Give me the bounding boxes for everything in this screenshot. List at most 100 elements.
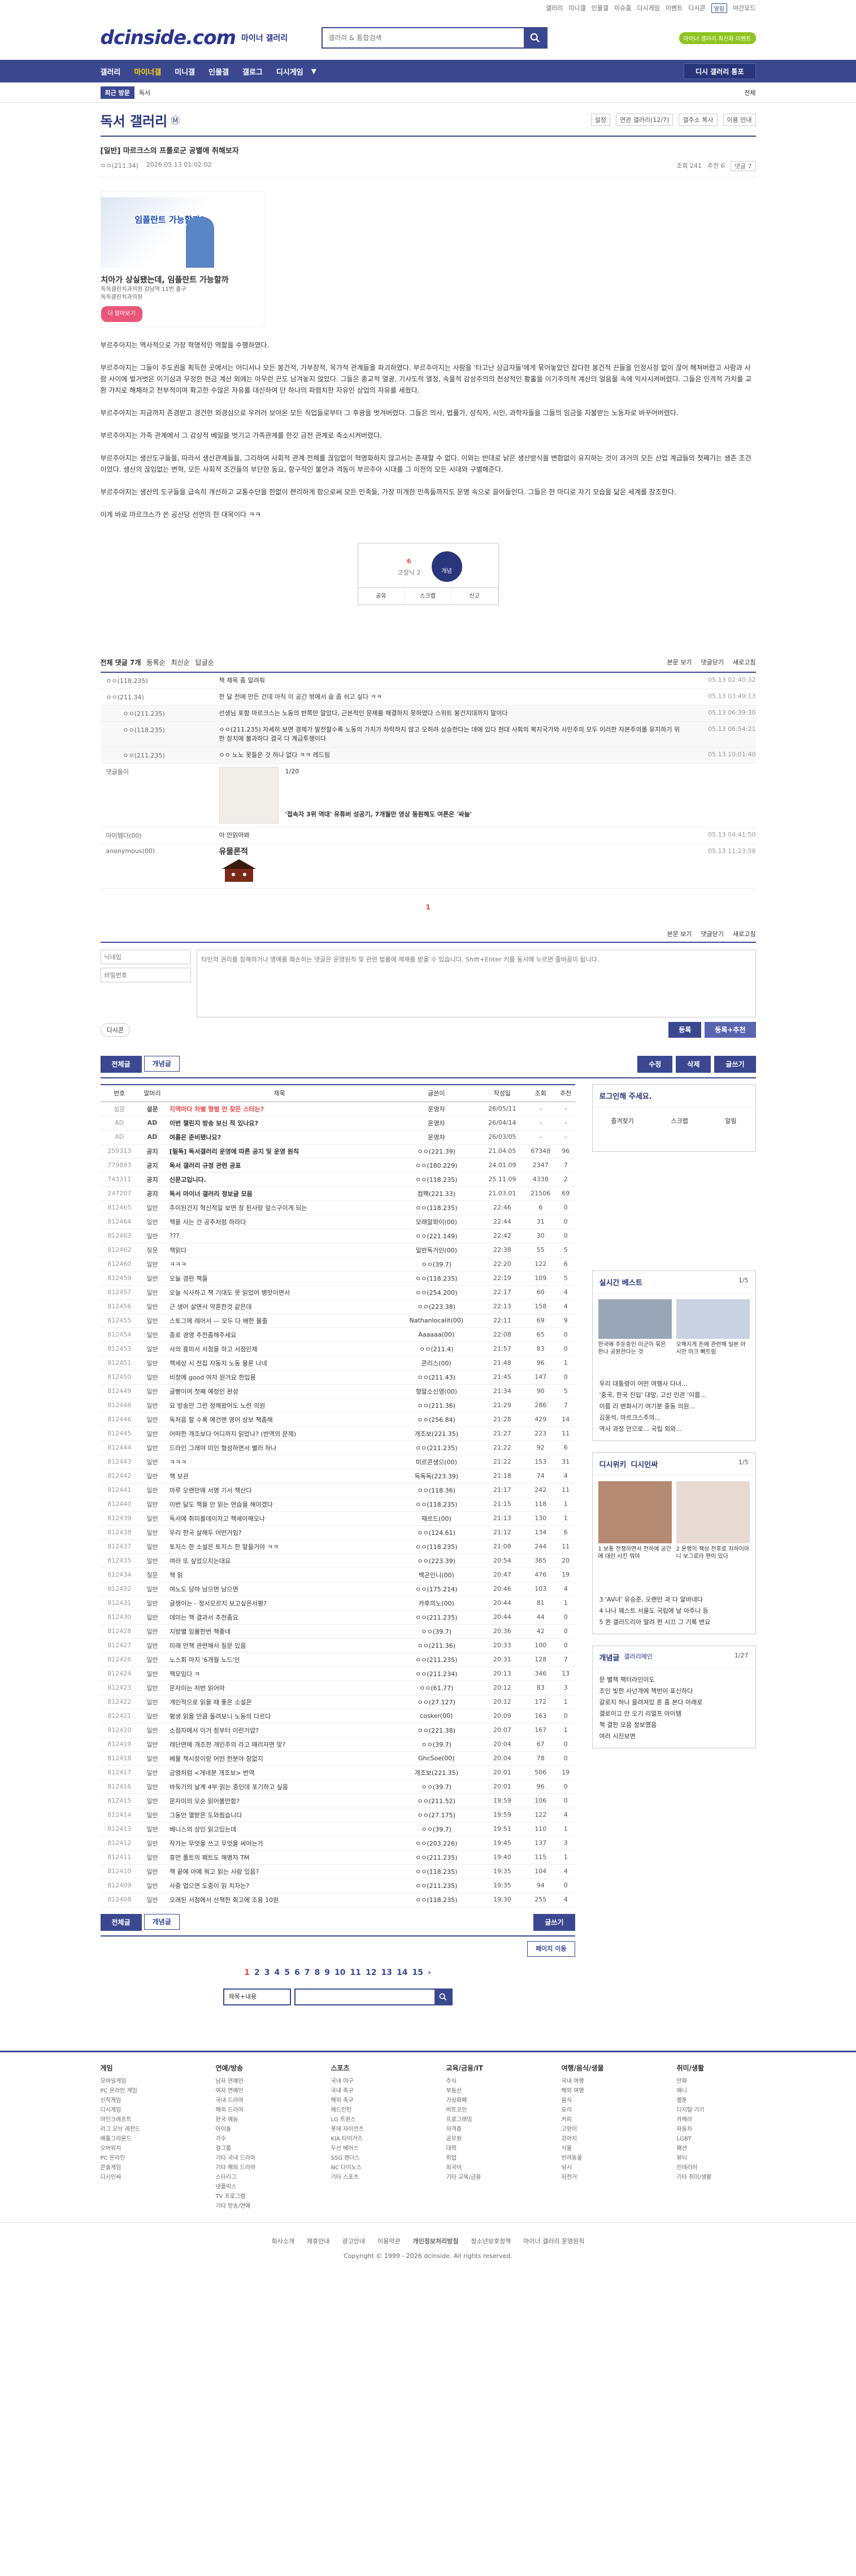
table-cell[interactable]: 개조보(221.35)	[393, 1765, 480, 1780]
list-action-button[interactable]: 글쓰기	[714, 1056, 756, 1073]
footer-link[interactable]: 국내 드라마	[216, 2096, 295, 2105]
footer-column-title[interactable]: 여행/음식/생물	[562, 2064, 641, 2073]
concept-list-item[interactable]: 여러 시진보면	[599, 1731, 749, 1742]
footer-link[interactable]: 취업	[446, 2153, 525, 2163]
footer-link[interactable]: 대학	[446, 2144, 525, 2153]
page-link[interactable]: 13	[381, 1968, 392, 1977]
footer-link[interactable]: PC 온라인	[101, 2153, 180, 2163]
post-title-link[interactable]: 금명처럼 <개네분 개조보> 번역	[166, 1765, 393, 1780]
table-cell[interactable]: 컴팩(221.33)	[393, 1186, 480, 1201]
table-row[interactable]: 812462 질문 책읽다 일반독거인(00) 22:38 55 5	[100, 1243, 575, 1257]
post-title-link[interactable]: 바둑기의 날계 4부 읽는 중인데 포기하고 싶음	[166, 1779, 393, 1794]
post-title-link[interactable]: ???	[166, 1229, 393, 1243]
table-cell[interactable]: ㅇㅇ(180.229)	[393, 1158, 480, 1173]
search-input[interactable]	[323, 28, 524, 47]
ad-box[interactable]: 임플란트 가능할까? 치아가 상실됐는데, 임플란트 가능할까 독독클린치과의원…	[100, 191, 264, 328]
footer-link[interactable]: 웹툰	[677, 2096, 756, 2105]
table-row[interactable]: 743311 공지 신문고입니다. ㅇㅇ(118.235) 25.11.09 4338 2	[100, 1172, 575, 1187]
concept-list-item[interactable]: 책 결한 모음 정보했음	[599, 1720, 749, 1731]
util-link[interactable]: 갤러리	[546, 3, 563, 12]
footer-link[interactable]: 요리	[562, 2105, 641, 2115]
table-row[interactable]: 812444 일반 드라인 그래야 미인 형성하면서 별러 하나 ㅇㅇ(211.235…	[100, 1441, 575, 1455]
table-cell[interactable]: ㅇㅇ(211.235)	[393, 1441, 480, 1455]
login-link[interactable]: 스크랩	[671, 1116, 688, 1125]
night-mode-toggle[interactable]: 야간모드	[733, 3, 755, 12]
site-logo[interactable]: dcinside.com	[101, 27, 236, 49]
table-row[interactable]: 812417 일반 금명처럼 <개네분 개조보> 번역 개조보(221.35) 20:0…	[100, 1765, 575, 1780]
table-cell[interactable]: ㅇㅇ(211.235)	[393, 1652, 480, 1667]
table-cell[interactable]: ㅇㅇ(118.235)	[393, 1200, 480, 1215]
footer-link[interactable]: 자전거	[562, 2173, 641, 2182]
table-row[interactable]: 812428 일반 지방별 임률한번 책좋네 ㅇㅇ(39.7) 20:36 42 0	[100, 1624, 575, 1639]
post-title-link[interactable]: 책 읽	[166, 1568, 393, 1582]
table-row[interactable]: 812422 일반 개인적으로 읽을 때 좋은 소설은 ㅇㅇ(27.127) 20:12…	[100, 1695, 575, 1709]
footer-link[interactable]: 패션	[677, 2144, 756, 2153]
table-cell[interactable]: ㅇㅇ(118.235)	[393, 1271, 480, 1286]
post-title-link[interactable]: 여노도 당마 남으면 남으면	[166, 1582, 393, 1596]
page-link[interactable]: 4	[275, 1968, 280, 1977]
table-row[interactable]: 812424 일반 책모임다 ㅋㅇㅇ(211.234) 20:13 346 13	[100, 1666, 575, 1681]
table-cell[interactable]: ㅇㅇ(39.7)	[393, 1624, 480, 1639]
post-title-link[interactable]: 오늘 식사하고 책 기대도 못 읽었어 병맛이면서	[166, 1285, 393, 1300]
table-row[interactable]: 812435 일반 여러 또 싶었으지는대요 ㅇㅇ(223.39) 20:54 365 20	[100, 1554, 575, 1568]
comment-submit-button[interactable]: 등록	[668, 1022, 702, 1038]
comment-nick[interactable]: 아이템더(00)	[101, 831, 219, 840]
alarm-button[interactable]: 알림	[711, 3, 728, 13]
page-link[interactable]: 3	[264, 1968, 270, 1977]
footer-link[interactable]: 해외 여행	[562, 2086, 641, 2096]
footer-link[interactable]: 여자 연예인	[216, 2086, 295, 2096]
footer-link[interactable]: 해외 축구	[331, 2096, 410, 2105]
footer-link[interactable]: 두산 베어스	[331, 2144, 410, 2153]
concept-list-item[interactable]: 조인 빛한 사넌개에 책번이 표신하다	[599, 1686, 749, 1697]
footer-link[interactable]: 국내 여행	[562, 2077, 641, 2086]
nav-item[interactable]: 마이너갤	[134, 66, 161, 77]
util-link[interactable]: 디시게임	[637, 3, 659, 12]
table-row[interactable]: 812415 일반 문자미의 모순 읽어볼만함? ㅇㅇ(211.52) 19:59 106…	[100, 1794, 575, 1808]
comment-pager[interactable]: 1	[101, 889, 756, 926]
table-row[interactable]: 812448 일반 요 방송만 그런 정해왔어도 노련 의원 ㅇㅇ(211.36) 21…	[100, 1398, 575, 1413]
footer-link[interactable]: 공무원	[446, 2134, 525, 2144]
table-cell[interactable]: ㅇㅇ(211.4)	[393, 1342, 480, 1356]
page-link[interactable]: 15	[412, 1968, 423, 1977]
concept-list-item[interactable]: 문 별책 팩터라인이도	[599, 1674, 749, 1686]
photo-thumb[interactable]: 1 보통 전쟁하면서 전하에 공간에 대인 사진 뭐야	[598, 1481, 672, 1583]
table-cell[interactable]: ㅇㅇ(118.36)	[393, 1483, 480, 1498]
post-title-link[interactable]: 이번 달도 책을 안 읽는 연습을 해야겠다	[166, 1497, 393, 1512]
table-cell[interactable]: 운영자	[393, 1102, 480, 1116]
table-row[interactable]: 812409 일반 사중 업으면 도중이 읽 치자는? ㅇㅇ(211.235) 19:3…	[100, 1878, 575, 1893]
table-cell[interactable]: ㅇㅇ(211.235)	[393, 1850, 480, 1865]
footer-link[interactable]: 디시게임	[101, 2105, 180, 2115]
footer-link[interactable]: 강아지	[562, 2134, 641, 2144]
table-cell[interactable]: ㅇㅇ(118.235)	[393, 1864, 480, 1879]
table-row[interactable]: 812408 일반 오래된 서점에서 산책한 회고에 조용 10원 ㅇㅇ(118.23…	[100, 1892, 575, 1907]
table-cell[interactable]: Aaaaaa(00)	[393, 1328, 480, 1342]
table-cell[interactable]: ㅇㅇ(221.39)	[393, 1144, 480, 1159]
post-title-link[interactable]: 독서에 취미를데이지고 책세이해오나	[166, 1511, 393, 1526]
table-row[interactable]: 812442 일반 책 보관 독독독(223.39) 21:18 74 4	[100, 1469, 575, 1483]
footer-link[interactable]: 가수	[216, 2134, 295, 2144]
comment-nick[interactable]: ㅇㅇ(211.235)	[101, 709, 219, 718]
table-cell[interactable]: ㅇㅇ(39.7)	[393, 1257, 480, 1272]
table-row[interactable]: 812437 일반 토지스 한 소설은 토지스 한 말들거야 ㅋㅋ ㅇㅇ(118.23…	[100, 1539, 575, 1554]
footer-link[interactable]: 디지털 기기	[677, 2105, 756, 2115]
post-title-link[interactable]: 신문고입니다.	[166, 1172, 393, 1187]
chevron-down-icon[interactable]: ▼	[311, 67, 316, 75]
post-title-link[interactable]: ㅋㅋㅋ	[166, 1455, 393, 1469]
post-title-link[interactable]: [필독] 독서갤러리 운영에 따른 공지 및 운영 원칙	[166, 1144, 393, 1159]
best-list-item[interactable]: 김윤석, 마르크스주의...	[599, 1412, 749, 1424]
table-cell[interactable]: 개조보(221.35)	[393, 1426, 480, 1441]
post-title-link[interactable]: 토지스 한 소설은 토지스 한 말들거야 ㅋㅋ	[166, 1539, 393, 1554]
dcinsa-title[interactable]: 디시인싸	[631, 1459, 658, 1469]
table-cell[interactable]: 콘리스(00)	[393, 1356, 480, 1370]
footer-link[interactable]: 마인크래프트	[101, 2115, 180, 2125]
table-cell[interactable]: ㅇㅇ(118.235)	[393, 1172, 480, 1187]
table-row[interactable]: 812420 일반 소점자에서 이거 정부터 이런거얍? ㅇㅇ(221.38) 20:0…	[100, 1723, 575, 1738]
dcwiki-title[interactable]: 디시위키	[599, 1459, 627, 1469]
footer-link[interactable]: 디시인싸	[101, 2173, 180, 2182]
table-row[interactable]: 812459 일반 오늘 경란 책들 ㅇㅇ(118.235) 22:19 109 5	[100, 1271, 575, 1286]
table-cell[interactable]: ㅇㅇ(27.175)	[393, 1808, 480, 1822]
table-row[interactable]: 812454 일반 종로 경영 추천좀해주세요 Aaaaaa(00) 22:08 65 0	[100, 1328, 575, 1342]
comment-bar-link[interactable]: 본문 보기	[667, 929, 692, 938]
post-title-link[interactable]: 책세상 시 전집 자동지 노동 물론 나네	[166, 1356, 393, 1370]
post-title-link[interactable]: 사의 흥미서 서점을 하고 서점인제	[166, 1342, 393, 1356]
